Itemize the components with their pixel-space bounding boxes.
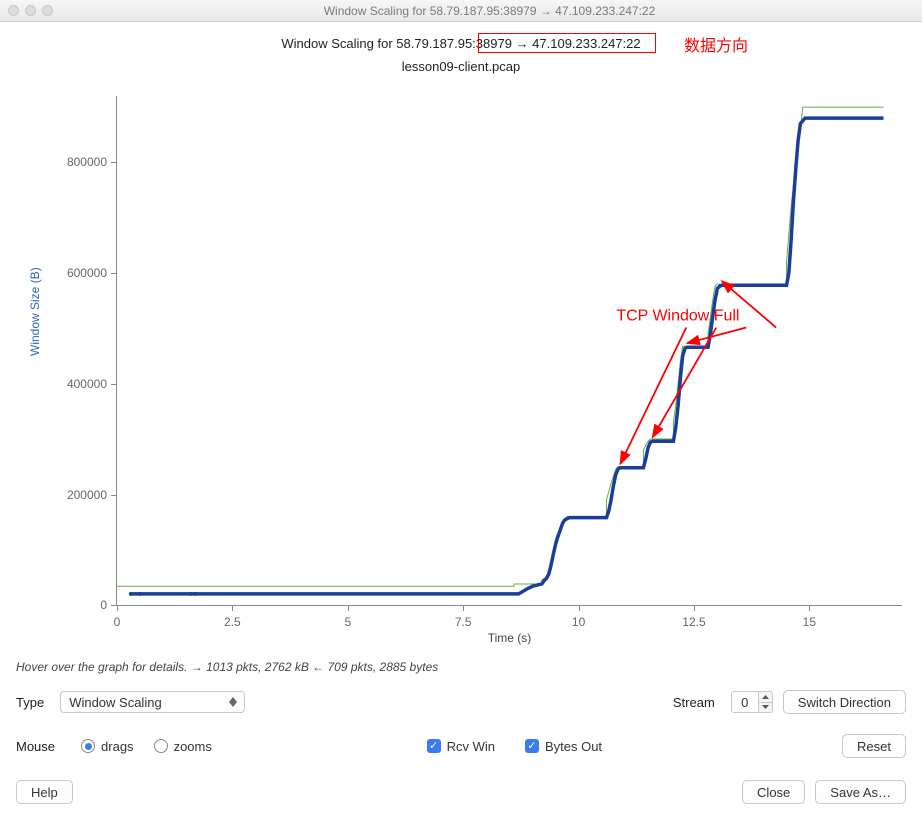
close-button[interactable]: Close <box>742 780 805 804</box>
type-label: Type <box>16 695 44 710</box>
series-rcv-win <box>117 107 884 586</box>
stream-input[interactable]: 0 <box>731 691 759 713</box>
chart-subtitle: lesson09-client.pcap <box>16 59 906 74</box>
chart-area[interactable]: Window Scaling for 58.79.187.95:38979 → … <box>16 36 906 652</box>
close-window-icon[interactable] <box>8 5 19 16</box>
chevron-up-icon[interactable] <box>759 692 772 703</box>
zoom-window-icon[interactable] <box>42 5 53 16</box>
radio-icon <box>154 739 168 753</box>
annotation-arrow <box>687 328 746 344</box>
hover-details: Hover over the graph for details. → 1013… <box>16 660 906 674</box>
radio-icon <box>81 739 95 753</box>
radio-label: zooms <box>174 739 212 754</box>
window-controls <box>8 5 53 16</box>
radio-label: drags <box>101 739 134 754</box>
chevron-updown-icon <box>226 695 240 709</box>
rcv-win-checkbox[interactable]: ✓ Rcv Win <box>427 739 495 754</box>
checkbox-icon: ✓ <box>427 739 441 753</box>
titlebar: Window Scaling for 58.79.187.95:38979 → … <box>0 0 922 22</box>
mouse-label: Mouse <box>16 739 55 754</box>
switch-direction-button[interactable]: Switch Direction <box>783 690 906 714</box>
checkbox-icon: ✓ <box>525 739 539 753</box>
mouse-drags-radio[interactable]: drags <box>81 739 134 754</box>
checkbox-label: Bytes Out <box>545 739 602 754</box>
plot-area[interactable]: 0 200000 400000 600000 800000 0 2.5 5 7.… <box>116 96 902 606</box>
help-button[interactable]: Help <box>16 780 73 804</box>
mouse-zooms-radio[interactable]: zooms <box>154 739 212 754</box>
y-axis-label: Window Size (B) <box>28 267 42 356</box>
bytes-out-checkbox[interactable]: ✓ Bytes Out <box>525 739 602 754</box>
type-select[interactable]: Window Scaling <box>60 691 245 713</box>
annotation-red-box <box>478 33 656 53</box>
x-axis-label: Time (s) <box>117 631 902 645</box>
checkbox-label: Rcv Win <box>447 739 495 754</box>
annotation-data-direction: 数据方向 <box>684 32 748 56</box>
annotation-tcp-window-full: TCP Window Full <box>616 308 739 325</box>
annotation-arrow <box>653 328 717 438</box>
stream-label: Stream <box>673 695 715 710</box>
window-title: Window Scaling for 58.79.187.95:38979 → … <box>65 4 914 18</box>
chevron-down-icon[interactable] <box>759 703 772 713</box>
plot-svg: TCP Window Full <box>117 96 902 605</box>
series-bytes-out <box>131 118 884 594</box>
type-select-value: Window Scaling <box>69 695 162 710</box>
reset-button[interactable]: Reset <box>842 734 906 758</box>
stream-stepper[interactable] <box>759 691 773 713</box>
minimize-window-icon[interactable] <box>25 5 36 16</box>
save-as-button[interactable]: Save As… <box>815 780 906 804</box>
